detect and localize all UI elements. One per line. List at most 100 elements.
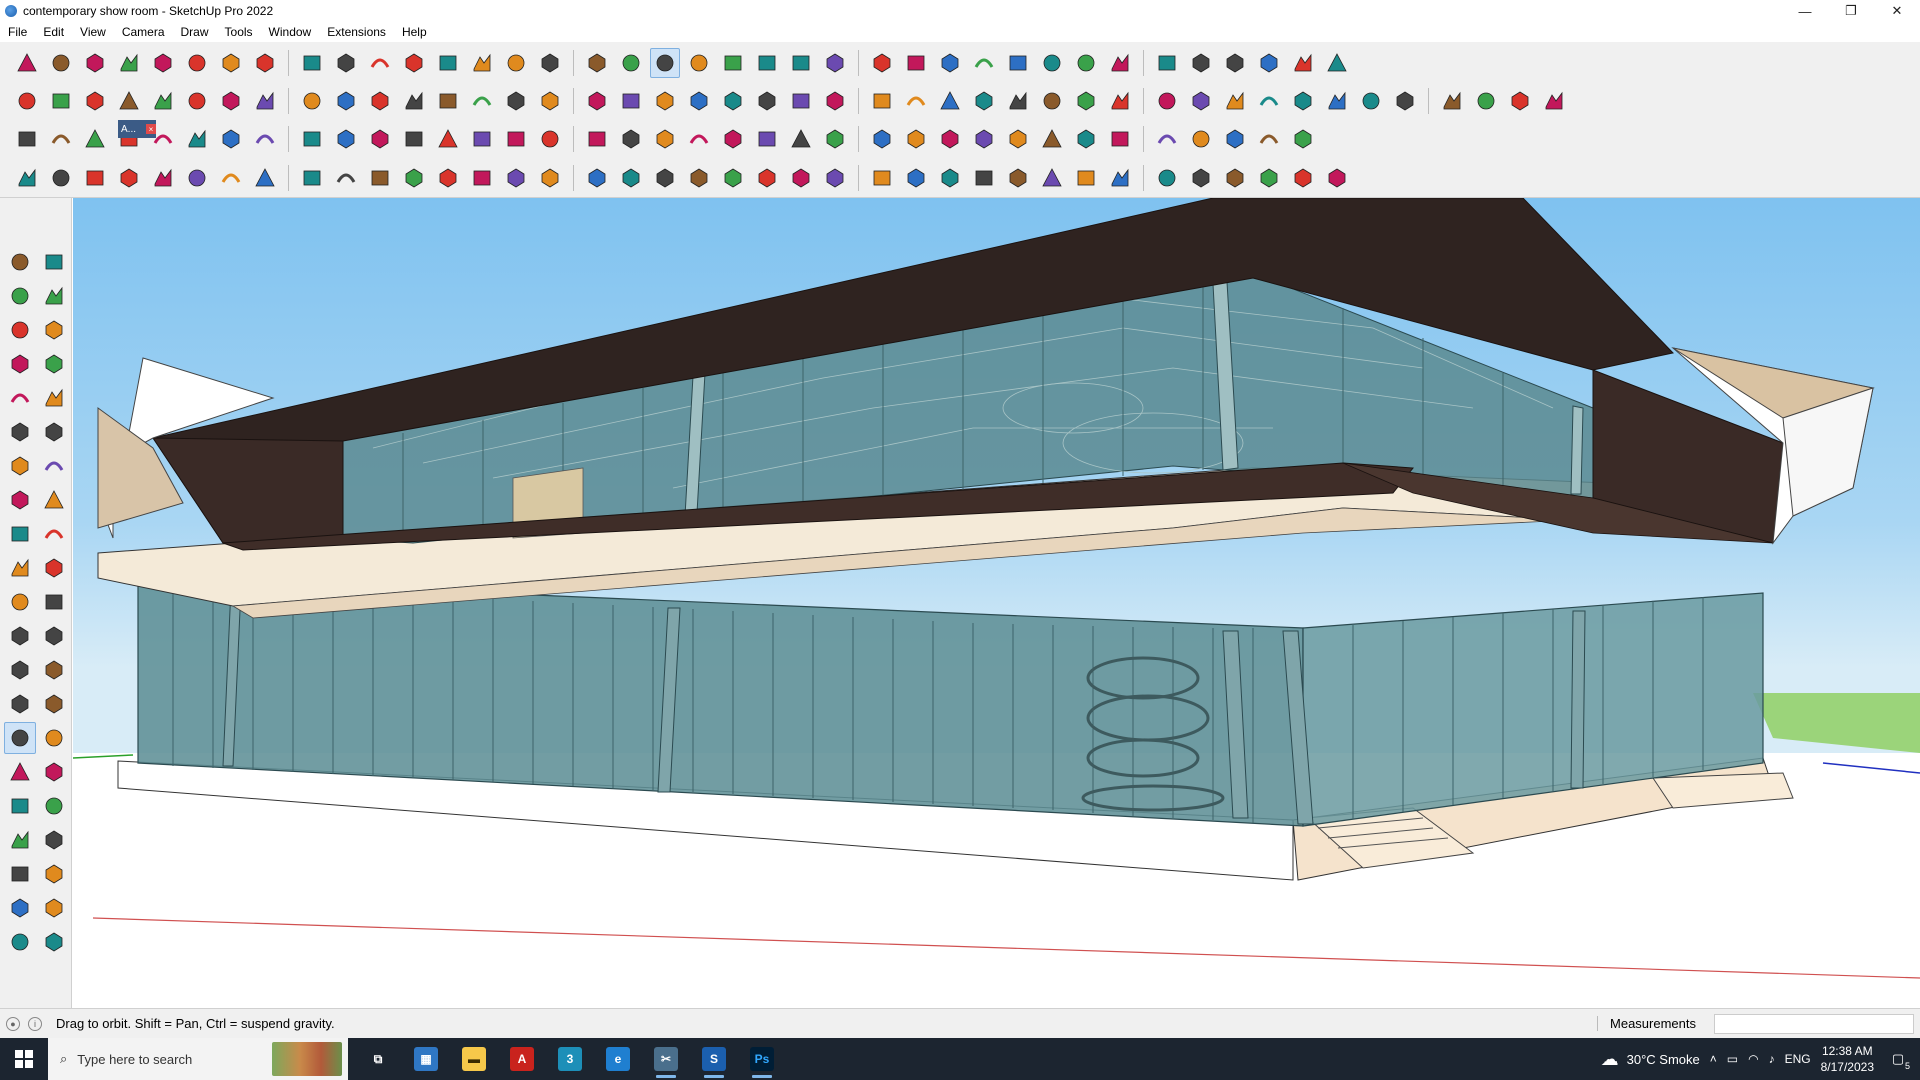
grid-icon[interactable]	[250, 124, 280, 154]
extrude-c-icon[interactable]	[216, 86, 246, 116]
zoom-tool-icon[interactable]	[718, 48, 748, 78]
tool-f-icon[interactable]	[297, 163, 327, 193]
pie-icon[interactable]	[4, 484, 36, 516]
line-dropdown-icon[interactable]	[182, 48, 212, 78]
select-dropdown-icon[interactable]	[80, 48, 110, 78]
paint-icon[interactable]	[4, 280, 36, 312]
shape-dropdown-icon[interactable]	[331, 48, 361, 78]
net2-icon[interactable]	[1105, 124, 1135, 154]
component2-icon[interactable]	[46, 86, 76, 116]
tool-h-icon[interactable]	[365, 163, 395, 193]
polygon-icon[interactable]	[38, 416, 70, 448]
cube-c-icon[interactable]	[1003, 124, 1033, 154]
scale-icon[interactable]	[501, 48, 531, 78]
walk-icon[interactable]	[4, 824, 36, 856]
menu-window[interactable]: Window	[261, 25, 320, 39]
lookaround-icon[interactable]	[38, 824, 70, 856]
zoom-window-icon[interactable]	[38, 756, 70, 788]
menu-camera[interactable]: Camera	[114, 25, 173, 39]
wall-a-icon[interactable]	[399, 86, 429, 116]
tool-c-icon[interactable]	[182, 163, 212, 193]
ruler-icon[interactable]	[1254, 86, 1284, 116]
warehouse-icon[interactable]	[901, 48, 931, 78]
menu-help[interactable]: Help	[394, 25, 435, 39]
house-f-icon[interactable]	[752, 86, 782, 116]
extrude-a-icon[interactable]	[148, 86, 178, 116]
tool-m-icon[interactable]	[535, 163, 565, 193]
panel-icon[interactable]	[297, 124, 327, 154]
text-icon[interactable]	[582, 48, 612, 78]
tool-af-icon[interactable]	[1220, 163, 1250, 193]
gift-icon[interactable]	[1037, 124, 1067, 154]
layers-icon[interactable]	[867, 48, 897, 78]
arc-icon[interactable]	[216, 48, 246, 78]
plane-c-icon[interactable]	[80, 124, 110, 154]
section-fill-icon[interactable]	[4, 926, 36, 958]
extrude-b-icon[interactable]	[182, 86, 212, 116]
curve2-icon[interactable]	[399, 124, 429, 154]
language-indicator[interactable]: ENG	[1785, 1052, 1811, 1066]
stamp-d-icon[interactable]	[1437, 86, 1467, 116]
measurements-input[interactable]	[1714, 1013, 1914, 1034]
model-viewport[interactable]	[73, 198, 1920, 1008]
undo-icon[interactable]	[1254, 48, 1284, 78]
pushpull-red-icon[interactable]	[114, 86, 144, 116]
tool-e-icon[interactable]	[250, 163, 280, 193]
shape-f-icon[interactable]	[1071, 86, 1101, 116]
sandbox-icon[interactable]	[820, 48, 850, 78]
tool-r-icon[interactable]	[718, 163, 748, 193]
cross-blue-icon[interactable]	[535, 124, 565, 154]
plane-b-icon[interactable]	[46, 124, 76, 154]
paint-icon[interactable]	[616, 48, 646, 78]
loop2-icon[interactable]	[718, 124, 748, 154]
volume-icon[interactable]: ♪	[1769, 1052, 1775, 1066]
taskbar-app-edge[interactable]: e	[594, 1038, 642, 1080]
tool-ad-icon[interactable]	[1152, 163, 1182, 193]
wall-c-icon[interactable]	[467, 86, 497, 116]
net5-icon[interactable]	[1220, 124, 1250, 154]
tool-ah-icon[interactable]	[1288, 163, 1318, 193]
select-icon[interactable]	[46, 48, 76, 78]
house-d-icon[interactable]	[684, 86, 714, 116]
taskbar-app-photoshop[interactable]: Ps	[738, 1038, 786, 1080]
pan-icon[interactable]	[684, 48, 714, 78]
net3-icon[interactable]	[1152, 124, 1182, 154]
dots-icon[interactable]	[1288, 124, 1318, 154]
protractor-icon[interactable]	[4, 654, 36, 686]
pan-icon[interactable]	[38, 722, 70, 754]
shape-a-icon[interactable]	[901, 86, 931, 116]
section-icon[interactable]	[1003, 48, 1033, 78]
eraser-pink-icon[interactable]	[1288, 86, 1318, 116]
taskbar-app-task-view[interactable]: ⧉	[354, 1038, 402, 1080]
start-button[interactable]	[0, 1038, 48, 1080]
wall-b-icon[interactable]	[433, 86, 463, 116]
taskbar-app-snipping[interactable]: ✂	[642, 1038, 690, 1080]
tool-s-icon[interactable]	[752, 163, 782, 193]
taskbar-app-app-3[interactable]: 3	[546, 1038, 594, 1080]
extrude-e-icon[interactable]	[297, 86, 327, 116]
flip-icon[interactable]	[1105, 48, 1135, 78]
redo-icon[interactable]	[1288, 48, 1318, 78]
zoom-icon[interactable]	[12, 48, 42, 78]
geo-location-icon[interactable]: ●	[6, 1016, 20, 1031]
curve-icon[interactable]	[365, 86, 395, 116]
eraser-icon[interactable]	[38, 280, 70, 312]
user-dropdown-icon[interactable]	[969, 48, 999, 78]
tool-ac-icon[interactable]	[1105, 163, 1135, 193]
net-icon[interactable]	[1071, 124, 1101, 154]
floating-panel-tab[interactable]: A... ×	[118, 120, 156, 138]
path-a-icon[interactable]	[12, 163, 42, 193]
cross-green-icon[interactable]	[501, 124, 531, 154]
menu-file[interactable]: File	[0, 25, 35, 39]
tool-a-icon[interactable]	[114, 163, 144, 193]
arc-icon[interactable]	[4, 450, 36, 482]
cone2-icon[interactable]	[616, 124, 646, 154]
pencil-icon[interactable]	[38, 314, 70, 346]
wifi-icon[interactable]: ◠	[1748, 1052, 1758, 1066]
taskbar-app-file-explorer[interactable]: ▬	[450, 1038, 498, 1080]
stamp-f-icon[interactable]	[1505, 86, 1535, 116]
tool-g-icon[interactable]	[331, 163, 361, 193]
triangle-icon[interactable]	[650, 124, 680, 154]
stamp-g-icon[interactable]	[1539, 86, 1569, 116]
tool-n-icon[interactable]	[582, 163, 612, 193]
